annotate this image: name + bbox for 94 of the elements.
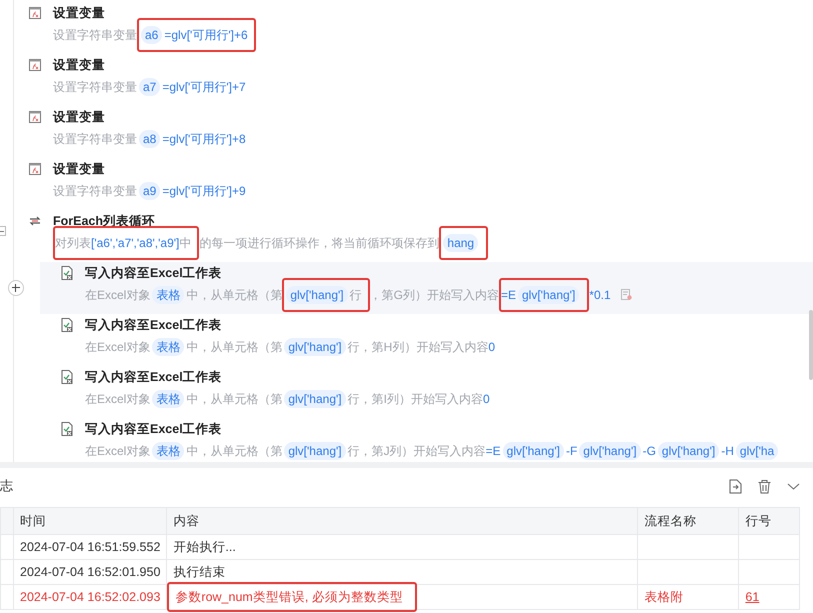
export-icon[interactable]	[728, 478, 743, 494]
step-title: 设置变量	[53, 5, 106, 22]
step-row[interactable]: 设置变量 设置字符串变量 a6 =glv['可用行']+6	[0, 2, 813, 54]
variable-tag: a9	[139, 182, 160, 200]
table-cell: 2024-07-04 16:52:02.093	[14, 584, 167, 610]
expression-text: =glv['可用行']+9	[162, 184, 246, 198]
description-text: 中，从单元格（第	[186, 288, 282, 302]
step-title: 写入内容至Excel工作表	[85, 369, 223, 386]
function-icon	[29, 58, 41, 72]
variable-tag: glv['hang']	[502, 442, 564, 460]
scrollbar[interactable]	[809, 310, 813, 380]
description-text: 设置字符串变量	[53, 28, 137, 42]
function-icon	[29, 6, 41, 20]
step-row[interactable]: 设置变量 设置字符串变量 a9 =glv['可用行']+9	[0, 158, 813, 210]
spreadsheet-icon	[61, 266, 73, 280]
expression-text: =E	[500, 288, 516, 302]
table-cell: 2024-07-04 16:51:59.552	[14, 534, 167, 560]
expression-text: 0	[482, 392, 490, 406]
step-title: 写入内容至Excel工作表	[85, 421, 223, 438]
step-title: 写入内容至Excel工作表	[85, 265, 223, 282]
variable-tag: glv['hang']	[286, 286, 348, 304]
variable-tag: 表格	[152, 442, 184, 460]
description-text: 对列表	[55, 236, 91, 250]
variable-tag: glv['hang']	[658, 442, 720, 460]
table-cell: 开始执行...	[166, 534, 638, 560]
spreadsheet-icon	[61, 318, 73, 332]
column-header: 行号	[738, 508, 800, 534]
variable-tag: glv['hang']	[284, 338, 346, 356]
description-text: ，第G列）开始写入内容	[370, 288, 499, 302]
spreadsheet-icon	[61, 422, 73, 436]
table-cell: 表格附	[638, 584, 739, 610]
description-text: 中	[179, 236, 192, 250]
expression-text: 0	[488, 340, 495, 354]
description-text: 在Excel对象	[85, 444, 150, 458]
description-text: 行，第H列）开始写入内容	[348, 340, 488, 354]
variable-tag: 表格	[152, 390, 184, 408]
step-row[interactable]: 写入内容至Excel工作表 在Excel对象 表格 中，从单元格（第 glv['hang'] 行，第H列）开始写入内容0	[0, 314, 813, 366]
expression-text: ['a6','a7','a8','a9']	[91, 236, 180, 250]
step-title: ForEach列表循环	[53, 213, 156, 230]
expression-text: -H	[721, 444, 734, 458]
function-icon	[29, 110, 41, 124]
variable-tag: glv['hang']	[284, 390, 346, 408]
variable-tag: a7	[139, 78, 160, 96]
expression-text: =glv['可用行']+6	[164, 28, 248, 42]
variable-tag: glv['ha	[736, 442, 778, 460]
spreadsheet-icon	[61, 370, 73, 384]
variable-tag: 表格	[152, 286, 184, 304]
variable-tag: 表格	[152, 338, 184, 356]
description-text: 设置字符串变量	[53, 184, 137, 198]
column-header: 时间	[14, 508, 167, 534]
step-row[interactable]: 写入内容至Excel工作表 在Excel对象 表格 中，从单元格（第 glv['hang'] 行，第I列）开始写入内容0	[0, 366, 813, 418]
step-row[interactable]: 设置变量 设置字符串变量 a8 =glv['可用行']+8	[0, 106, 813, 158]
annotation-frame: 参数row_num类型错误, 必须为整数类型	[167, 582, 417, 612]
description-text: 在Excel对象	[85, 340, 150, 354]
description-text: 在Excel对象	[85, 392, 150, 406]
expression-text: -G	[642, 444, 656, 458]
step-row[interactable]: 写入内容至Excel工作表 在Excel对象 表格 中，从单元格（第 glv['hang'] 行，第J列）开始写入内容=E glv['hang'] -F glv['hang'] -G glv['hang'] -H glv['ha	[0, 418, 813, 462]
description-text: 中，从单元格（第	[186, 340, 282, 354]
column-header: 内容	[166, 508, 638, 534]
expression-text: =E	[486, 444, 501, 458]
expression-text: -F	[566, 444, 578, 458]
step-row[interactable]: ForEach列表循环 对列表['a6','a7','a8','a9']中 的每一项进行循环操作，将当前循环项保存到 hang	[0, 210, 813, 262]
step-title: 设置变量	[53, 57, 106, 74]
variable-tag: hang	[443, 234, 478, 252]
line-link[interactable]: 61	[745, 590, 760, 604]
variable-tag: glv['hang']	[579, 442, 641, 460]
expression-text: =glv['可用行']+8	[162, 132, 246, 146]
description-text: 设置字符串变量	[53, 132, 137, 146]
add-step-button[interactable]	[8, 280, 24, 296]
step-title: 设置变量	[53, 109, 106, 126]
description-text: 行	[350, 288, 362, 302]
expression-text: =glv['可用行']+7	[162, 80, 246, 94]
variable-tag: glv['hang']	[284, 442, 346, 460]
description-text: 行，第J列）开始写入内容	[348, 444, 486, 458]
description-text: 行，第I列）开始写入内容	[348, 392, 483, 406]
description-text: 中，从单元格（第	[186, 444, 282, 458]
step-title: 设置变量	[53, 161, 106, 178]
function-icon	[29, 162, 41, 176]
step-row[interactable]: 设置变量 设置字符串变量 a7 =glv['可用行']+7	[0, 54, 813, 106]
variable-tag: glv['hang']	[518, 286, 580, 304]
table-cell: 2024-07-04 16:52:01.950	[14, 560, 167, 584]
loop-icon	[29, 214, 41, 228]
table-cell: 执行结束	[166, 560, 638, 584]
description-text: 设置字符串变量	[53, 80, 137, 94]
column-header: 流程名称	[638, 508, 739, 534]
expression-text: *0.1	[589, 288, 611, 302]
description-text: 中，从单元格（第	[186, 392, 282, 406]
variable-tag: a6	[141, 26, 162, 44]
description-text: 的每一项进行循环操作，将当前循环项保存到	[199, 236, 440, 250]
delete-icon[interactable]	[757, 478, 772, 494]
variable-tag: a8	[139, 130, 160, 148]
step-title: 写入内容至Excel工作表	[85, 317, 223, 334]
description-text: 在Excel对象	[85, 288, 150, 302]
log-tab[interactable]: 志	[0, 477, 13, 495]
